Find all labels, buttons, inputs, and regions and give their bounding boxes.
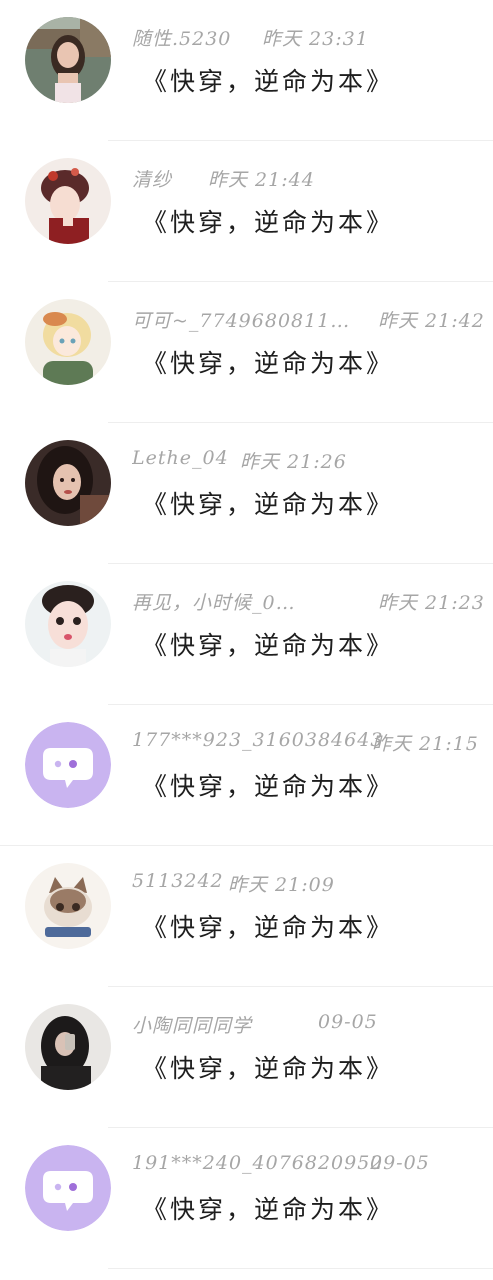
username[interactable]: 随性.5230 — [132, 24, 231, 51]
avatar[interactable] — [25, 158, 111, 244]
comment-item[interactable]: 小陶同同同学 09-05 《快穿，逆命为本》 — [0, 987, 493, 1128]
comment-meta: 可可~_7749680811… 昨天 21:42 — [132, 306, 489, 336]
comment-text: 《快穿，逆命为本》 — [142, 913, 395, 942]
username[interactable]: 5113242 — [132, 870, 224, 892]
comment-text: 《快穿，逆命为本》 — [142, 490, 395, 519]
timestamp: 昨天 23:31 — [262, 28, 369, 50]
timestamp: 09-05 — [370, 1152, 430, 1174]
avatar-photo-pout-girl — [25, 581, 111, 667]
timestamp: 昨天 21:23 — [378, 592, 485, 614]
comment-item[interactable]: 清纱 昨天 21:44 《快穿，逆命为本》 — [0, 141, 493, 282]
comment-text: 《快穿，逆命为本》 — [142, 67, 395, 96]
avatar[interactable] — [25, 440, 111, 526]
timestamp: 昨天 21:15 — [372, 733, 479, 755]
comment-list: 随性.5230 昨天 23:31 《快穿，逆命为本》 清纱 昨天 21:44 《… — [0, 0, 493, 1280]
comment-item[interactable]: Lethe_04 昨天 21:26 《快穿，逆命为本》 — [0, 423, 493, 564]
avatar[interactable] — [25, 863, 111, 949]
default-avatar-chat-icon — [25, 1145, 111, 1231]
avatar[interactable] — [25, 1145, 111, 1231]
comment-text: 《快穿，逆命为本》 — [142, 349, 395, 378]
comment-meta: 随性.5230 昨天 23:31 — [132, 24, 489, 54]
comment-meta: 清纱 昨天 21:44 — [132, 165, 489, 195]
timestamp: 昨天 21:09 — [228, 874, 335, 896]
avatar[interactable] — [25, 1004, 111, 1090]
username[interactable]: Lethe_04 — [132, 447, 229, 469]
timestamp: 昨天 21:26 — [240, 451, 347, 473]
comment-meta: 191***240_4076820952 09-05 — [132, 1152, 489, 1182]
username[interactable]: 191***240_4076820952 — [132, 1152, 383, 1174]
timestamp: 09-05 — [318, 1011, 378, 1033]
username[interactable]: 177***923_3160384643 — [132, 729, 383, 751]
comment-meta: 5113242 昨天 21:09 — [132, 870, 489, 900]
username[interactable]: 可可~_7749680811… — [132, 306, 350, 333]
comment-meta: 再见，小时候_0… 昨天 21:23 — [132, 588, 489, 618]
username[interactable]: 清纱 — [132, 165, 172, 192]
avatar[interactable] — [25, 581, 111, 667]
avatar-illustration-hanfu-girl — [25, 158, 111, 244]
comment-meta: Lethe_04 昨天 21:26 — [132, 447, 489, 477]
comment-item[interactable]: 随性.5230 昨天 23:31 《快穿，逆命为本》 — [0, 0, 493, 141]
avatar[interactable] — [25, 722, 111, 808]
comment-item[interactable]: 可可~_7749680811… 昨天 21:42 《快穿，逆命为本》 — [0, 282, 493, 423]
timestamp: 昨天 21:44 — [208, 169, 315, 191]
divider — [108, 1268, 493, 1269]
avatar-photo-woman-outdoor — [25, 17, 111, 103]
avatar-photo-mirror-selfie — [25, 1004, 111, 1090]
avatar-photo-dark-hair-girl — [25, 440, 111, 526]
comment-item[interactable]: 再见，小时候_0… 昨天 21:23 《快穿，逆命为本》 — [0, 564, 493, 705]
comment-text: 《快穿，逆命为本》 — [142, 208, 395, 237]
comment-text: 《快穿，逆命为本》 — [142, 1054, 395, 1083]
username[interactable]: 小陶同同同学 — [132, 1011, 252, 1038]
comment-meta: 小陶同同同学 09-05 — [132, 1011, 489, 1041]
comment-text: 《快穿，逆命为本》 — [142, 772, 395, 801]
comment-text: 《快穿，逆命为本》 — [142, 1195, 395, 1224]
comment-text: 《快穿，逆命为本》 — [142, 631, 395, 660]
avatar[interactable] — [25, 299, 111, 385]
comment-item[interactable]: 177***923_3160384643 昨天 21:15 《快穿，逆命为本》 — [0, 705, 493, 846]
timestamp: 昨天 21:42 — [378, 310, 485, 332]
avatar-illustration-blonde-girl — [25, 299, 111, 385]
comment-item[interactable]: 5113242 昨天 21:09 《快穿，逆命为本》 — [0, 846, 493, 987]
username[interactable]: 再见，小时候_0… — [132, 588, 296, 615]
comment-meta: 177***923_3160384643 昨天 21:15 — [132, 729, 489, 759]
avatar[interactable] — [25, 17, 111, 103]
default-avatar-chat-icon — [25, 722, 111, 808]
comment-item[interactable]: 191***240_4076820952 09-05 《快穿，逆命为本》 — [0, 1128, 493, 1269]
avatar-illustration-kitten — [25, 863, 111, 949]
